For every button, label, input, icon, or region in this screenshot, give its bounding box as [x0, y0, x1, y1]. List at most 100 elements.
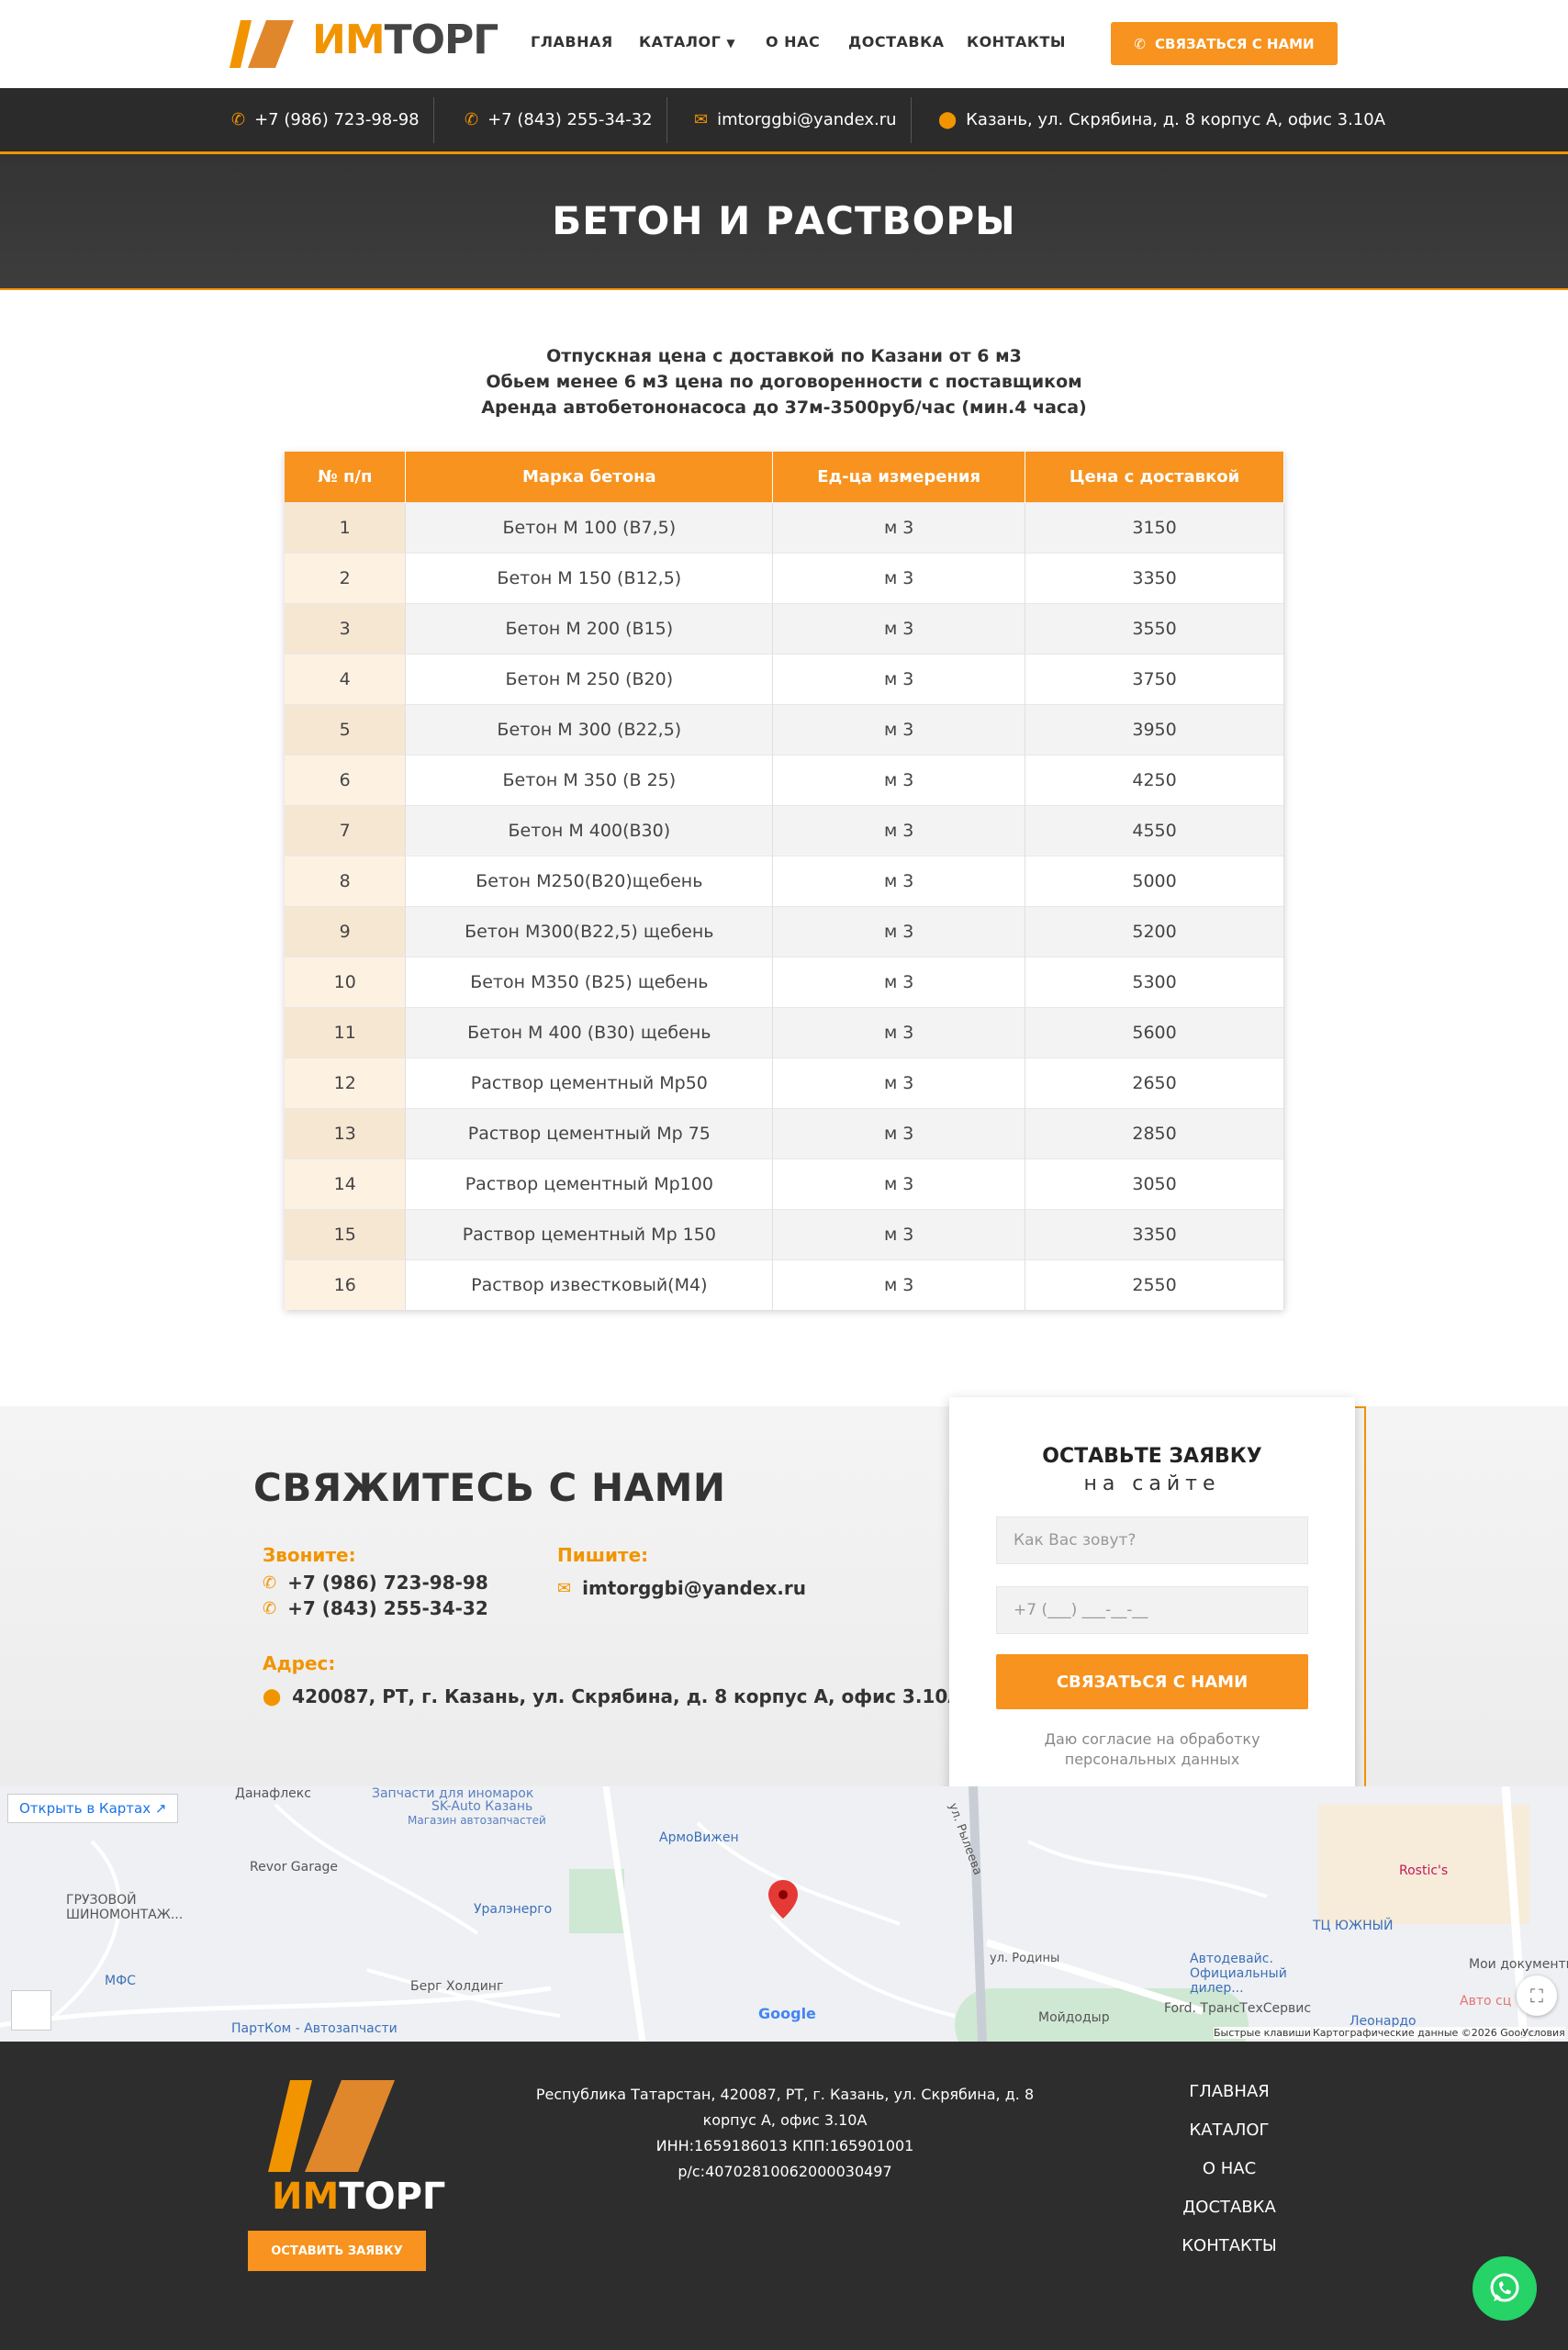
phone-field[interactable]: +7 (___) ___-__-__ — [996, 1586, 1308, 1634]
contact-phone-2[interactable]: ✆ +7 (843) 255-34-32 — [263, 1597, 488, 1619]
table-row: 1 Бетон М 100 (В7,5) м 3 3150 — [285, 501, 1284, 553]
contact-us-button[interactable]: ✆ СВЯЗАТЬСЯ С НАМИ — [1111, 22, 1338, 65]
divider — [666, 97, 667, 143]
logo-mark-icon[interactable] — [230, 20, 294, 68]
leave-request-button[interactable]: ОСТАВИТЬ ЗАЯВКУ — [248, 2231, 426, 2271]
table-cell: 3050 — [1025, 1158, 1284, 1209]
logo-text[interactable]: ИМТОРГ — [312, 17, 498, 63]
table-cell: 2650 — [1025, 1057, 1284, 1108]
note-line: Обьем менее 6 м3 цена по договоренности … — [486, 372, 1082, 392]
phone-icon: ✆ — [1134, 35, 1146, 52]
column-header: Марка бетона — [405, 452, 774, 502]
nav-about[interactable]: О НАС — [766, 33, 820, 50]
contact-email[interactable]: ✉ imtorggbi@yandex.ru — [557, 1577, 806, 1599]
table-cell: м 3 — [772, 956, 1026, 1007]
info-email[interactable]: ✉ imtorggbi@yandex.ru — [694, 110, 897, 129]
table-cell: 5200 — [1025, 905, 1284, 957]
note-line: Отпускная цена с доставкой по Казани от … — [546, 346, 1022, 366]
write-label: Пишите: — [557, 1544, 649, 1566]
table-cell: 12 — [285, 1057, 407, 1108]
divider — [911, 97, 912, 143]
table-cell: Раствор цементный Мр 75 — [405, 1107, 774, 1158]
column-header: № п/п — [285, 452, 407, 502]
table-row: 10 Бетон М350 (В25) щебень м 3 5300 — [285, 956, 1284, 1007]
phone-icon: ✆ — [231, 110, 246, 129]
table-cell: м 3 — [772, 653, 1026, 704]
table-cell: Бетон М300(В22,5) щебень — [405, 905, 774, 957]
table-cell: 14 — [285, 1158, 407, 1209]
table-cell: 15 — [285, 1208, 407, 1259]
nav-catalog[interactable]: КАТАЛОГ ▼ — [639, 33, 735, 50]
open-in-maps-link[interactable]: Открыть в Картах ↗ — [7, 1794, 179, 1823]
table-row: 7 Бетон М 400(В30) м 3 4550 — [285, 804, 1284, 856]
table-cell: Раствор известковый(М4) — [405, 1259, 774, 1310]
table-cell: м 3 — [772, 754, 1026, 805]
page-title-band: БЕТОН И РАСТВОРЫ — [0, 154, 1568, 290]
column-header: Цена с доставкой — [1025, 452, 1284, 502]
table-row: 14 Раствор цементный Мр100 м 3 3050 — [285, 1158, 1284, 1209]
terms-link[interactable]: Условия — [1522, 2027, 1565, 2039]
info-address: ⬤ Казань, ул. Скрябина, д. 8 корпус А, оф… — [938, 110, 1386, 129]
table-cell: Бетон М 400(В30) — [405, 804, 774, 856]
mail-icon: ✉ — [557, 1578, 572, 1598]
fullscreen-icon[interactable]: ⛶ — [1517, 1975, 1557, 2016]
nav-contacts[interactable]: КОНТАКТЫ — [967, 33, 1066, 50]
map[interactable]: Данафлекс Запчасти для иномарок SK-Auto … — [0, 1786, 1568, 2042]
table-cell: 13 — [285, 1107, 407, 1158]
table-cell: м 3 — [772, 602, 1026, 654]
google-logo: Google — [758, 2005, 816, 2022]
footer-logo-text[interactable]: ИМТОРГ — [272, 2176, 445, 2218]
map-pin-icon: ⬤ — [938, 110, 958, 129]
table-cell: 5000 — [1025, 855, 1284, 906]
nav-home[interactable]: ГЛАВНАЯ — [531, 33, 613, 50]
footer-nav-contacts[interactable]: КОНТАКТЫ — [1137, 2236, 1321, 2255]
info-phone-1[interactable]: ✆ +7 (986) 723-98-98 — [231, 110, 420, 129]
name-field[interactable]: Как Вас зовут? — [996, 1516, 1308, 1564]
table-row: 12 Раствор цементный Мр50 м 3 2650 — [285, 1057, 1284, 1108]
footer-nav-delivery[interactable]: ДОСТАВКА — [1137, 2198, 1321, 2217]
address-label: Адрес: — [263, 1652, 336, 1674]
submit-button[interactable]: СВЯЗАТЬСЯ С НАМИ — [996, 1654, 1308, 1709]
table-cell: 2850 — [1025, 1107, 1284, 1158]
table-cell: 4 — [285, 653, 407, 704]
note-line: Аренда автобетононасоса до 37м-3500руб/ч… — [481, 397, 1087, 418]
table-cell: 5 — [285, 703, 407, 755]
table-cell: 11 — [285, 1006, 407, 1058]
map-type-button[interactable] — [11, 1990, 51, 2031]
info-bar: ✆ +7 (986) 723-98-98 ✆ +7 (843) 255-34-32 … — [0, 88, 1568, 154]
table-cell: 3550 — [1025, 602, 1284, 654]
footer-nav-catalog[interactable]: КАТАЛОГ — [1137, 2121, 1321, 2140]
table-cell: 8 — [285, 855, 407, 906]
keyboard-shortcuts-link[interactable]: Быстрые клавиши — [1214, 2027, 1311, 2039]
table-cell: 5300 — [1025, 956, 1284, 1007]
info-phone-2[interactable]: ✆ +7 (843) 255-34-32 — [465, 110, 653, 129]
column-header: Ед-ца измерения — [772, 452, 1026, 502]
table-header-row: № п/п Марка бетона Ед-ца измерения Цена … — [285, 452, 1284, 502]
table-cell: Бетон М 300 (В22,5) — [405, 703, 774, 755]
table-cell: м 3 — [772, 855, 1026, 906]
table-cell: Бетон М 150 (В12,5) — [405, 552, 774, 603]
footer-nav-about[interactable]: О НАС — [1137, 2159, 1321, 2178]
table-row: 8 Бетон М250(В20)щебень м 3 5000 — [285, 855, 1284, 906]
table-cell: Бетон М 100 (В7,5) — [405, 501, 774, 553]
site-header: ИМТОРГ ГЛАВНАЯ КАТАЛОГ ▼ О НАС ДОСТАВКА К… — [0, 0, 1568, 88]
table-cell: 10 — [285, 956, 407, 1007]
table-row: 6 Бетон М 350 (В 25) м 3 4250 — [285, 754, 1284, 805]
table-row: 16 Раствор известковый(М4) м 3 2550 — [285, 1259, 1284, 1310]
contact-phone-1[interactable]: ✆ +7 (986) 723-98-98 — [263, 1572, 488, 1594]
external-link-icon: ↗ — [154, 1800, 167, 1817]
footer-logo-mark-icon[interactable] — [268, 2080, 395, 2172]
footer-nav-home[interactable]: ГЛАВНАЯ — [1137, 2082, 1321, 2101]
table-cell: 2550 — [1025, 1259, 1284, 1310]
nav-delivery[interactable]: ДОСТАВКА — [848, 33, 945, 50]
whatsapp-button[interactable] — [1473, 2256, 1537, 2321]
table-cell: Бетон М 400 (В30) щебень — [405, 1006, 774, 1058]
price-table: № п/п Марка бетона Ед-ца измерения Цена … — [285, 452, 1284, 1310]
form-title: ОСТАВЬТЕ ЗАЯВКУ — [1042, 1445, 1262, 1468]
table-cell: 5600 — [1025, 1006, 1284, 1058]
form-subtitle: на сайте — [1083, 1472, 1221, 1495]
consent-text[interactable]: Даю согласие на обработку персональных д… — [996, 1729, 1308, 1770]
map-pin-icon: ⬤ — [263, 1686, 282, 1707]
table-cell: 9 — [285, 905, 407, 957]
page-title: БЕТОН И РАСТВОРЫ — [552, 198, 1016, 243]
